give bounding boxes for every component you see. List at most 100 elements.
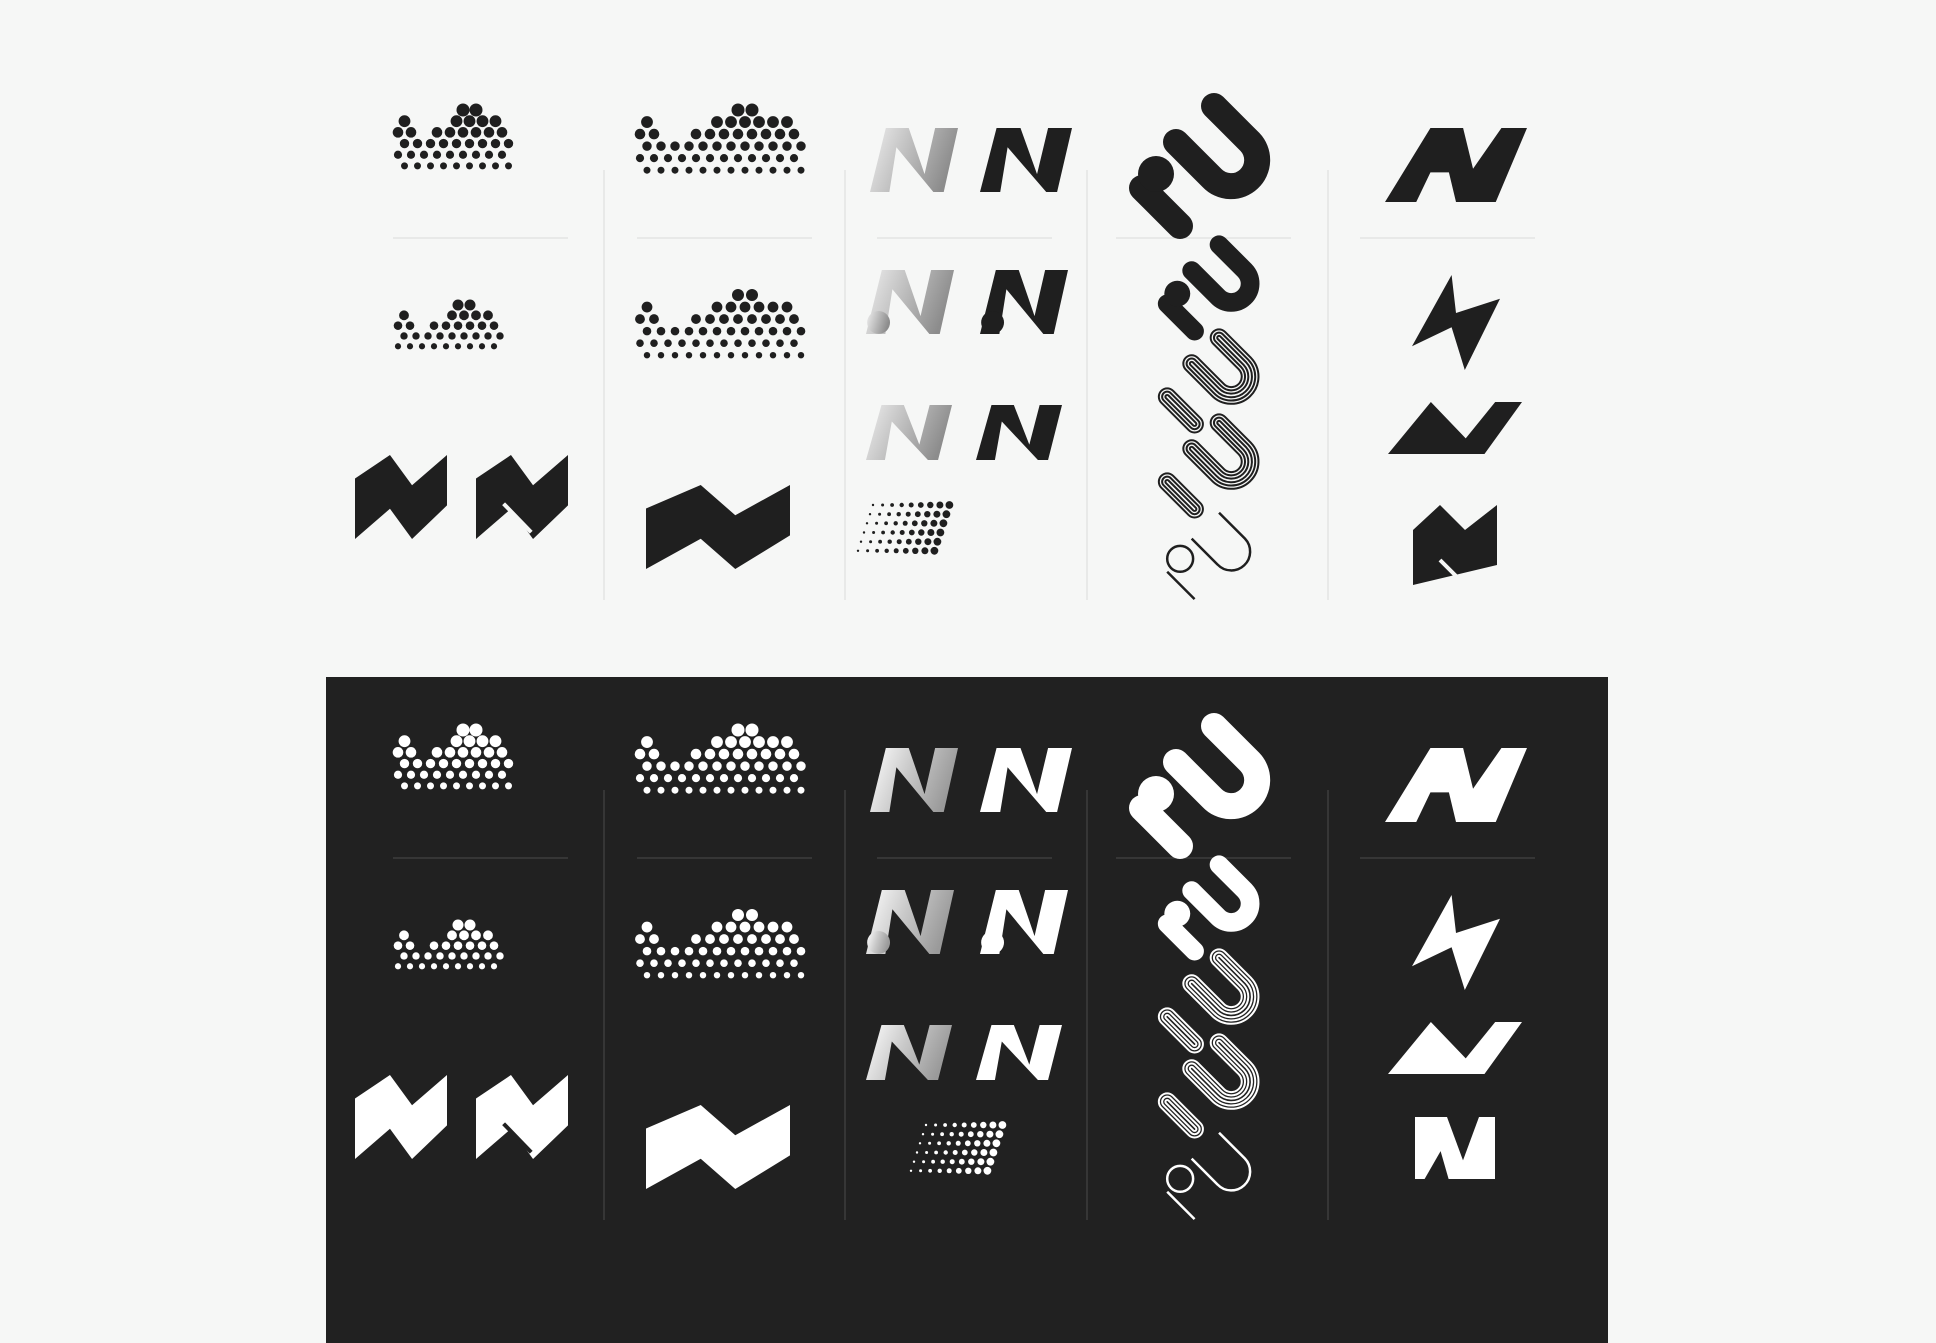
dot xyxy=(698,946,708,956)
dot xyxy=(762,959,770,967)
dot xyxy=(989,1121,997,1129)
dot xyxy=(399,138,410,149)
dot xyxy=(718,748,730,760)
dot xyxy=(483,127,495,138)
dot xyxy=(949,1159,955,1165)
dot xyxy=(718,128,730,140)
dot xyxy=(471,930,481,941)
dot xyxy=(958,1158,965,1165)
dot xyxy=(995,1130,1004,1139)
dot xyxy=(782,141,792,151)
dot xyxy=(444,747,456,758)
dot xyxy=(671,166,679,174)
dot xyxy=(933,510,941,518)
dot xyxy=(642,946,652,956)
dot xyxy=(989,1148,998,1157)
dot xyxy=(478,343,486,350)
dot xyxy=(429,321,439,330)
dot xyxy=(492,782,499,790)
dot xyxy=(971,1149,978,1156)
dot xyxy=(782,761,792,771)
dot xyxy=(930,519,938,527)
dot xyxy=(726,326,736,336)
dot xyxy=(406,343,414,350)
n-loop xyxy=(981,311,1005,334)
dot xyxy=(418,963,426,970)
dot xyxy=(451,758,462,769)
dot xyxy=(746,128,758,140)
dot xyxy=(684,946,694,956)
dot xyxy=(691,934,701,944)
dot xyxy=(939,519,948,528)
dot xyxy=(490,138,501,149)
dot xyxy=(453,941,463,950)
dot xyxy=(952,1150,958,1155)
dot xyxy=(648,748,660,760)
dot xyxy=(393,941,403,950)
dot xyxy=(761,314,771,324)
dot xyxy=(741,352,749,359)
dot xyxy=(452,919,464,931)
dot xyxy=(641,116,653,128)
dot xyxy=(775,934,785,944)
dot xyxy=(726,946,736,956)
dot xyxy=(875,548,879,553)
dot xyxy=(781,301,793,313)
dot xyxy=(726,761,736,771)
dot xyxy=(470,127,482,138)
dot xyxy=(393,770,403,779)
dot xyxy=(459,930,469,941)
dot xyxy=(915,1151,919,1154)
dot xyxy=(671,972,679,979)
dot xyxy=(405,747,417,758)
dot xyxy=(747,934,757,944)
dot xyxy=(685,972,693,979)
dot xyxy=(450,735,463,748)
dot xyxy=(641,921,653,933)
dot xyxy=(705,314,715,324)
dot xyxy=(961,1149,968,1156)
n-loop xyxy=(981,931,1005,954)
dot xyxy=(414,162,421,170)
dot xyxy=(479,162,486,170)
dot xyxy=(934,1150,938,1155)
dot xyxy=(699,786,707,794)
dot xyxy=(896,539,902,545)
dot xyxy=(649,774,659,783)
dot xyxy=(656,946,666,956)
dot xyxy=(943,1123,947,1127)
dot xyxy=(398,735,411,748)
dot xyxy=(955,1167,962,1174)
dot xyxy=(465,321,475,330)
dot xyxy=(398,115,411,128)
dot xyxy=(399,310,409,321)
dot xyxy=(937,1168,942,1174)
dot xyxy=(656,141,666,151)
dot xyxy=(657,972,665,979)
dot xyxy=(670,946,680,956)
dot xyxy=(472,332,480,340)
dot xyxy=(670,141,680,151)
dot xyxy=(418,343,426,350)
dot xyxy=(902,520,908,526)
dot xyxy=(869,540,873,544)
dot xyxy=(878,539,882,544)
dot xyxy=(635,154,645,163)
dot xyxy=(921,547,929,555)
dot xyxy=(896,512,901,517)
dot xyxy=(917,502,924,508)
dot xyxy=(732,289,744,301)
dot xyxy=(783,352,791,359)
dot xyxy=(427,782,434,790)
dot xyxy=(458,770,468,779)
dot xyxy=(503,758,514,769)
dot xyxy=(457,747,469,758)
dot xyxy=(970,1122,977,1128)
dot xyxy=(699,972,707,979)
dot xyxy=(698,326,708,336)
dot xyxy=(746,748,758,760)
dot xyxy=(968,1158,975,1165)
dot xyxy=(745,723,759,737)
dot xyxy=(881,503,885,507)
dot xyxy=(650,339,658,347)
